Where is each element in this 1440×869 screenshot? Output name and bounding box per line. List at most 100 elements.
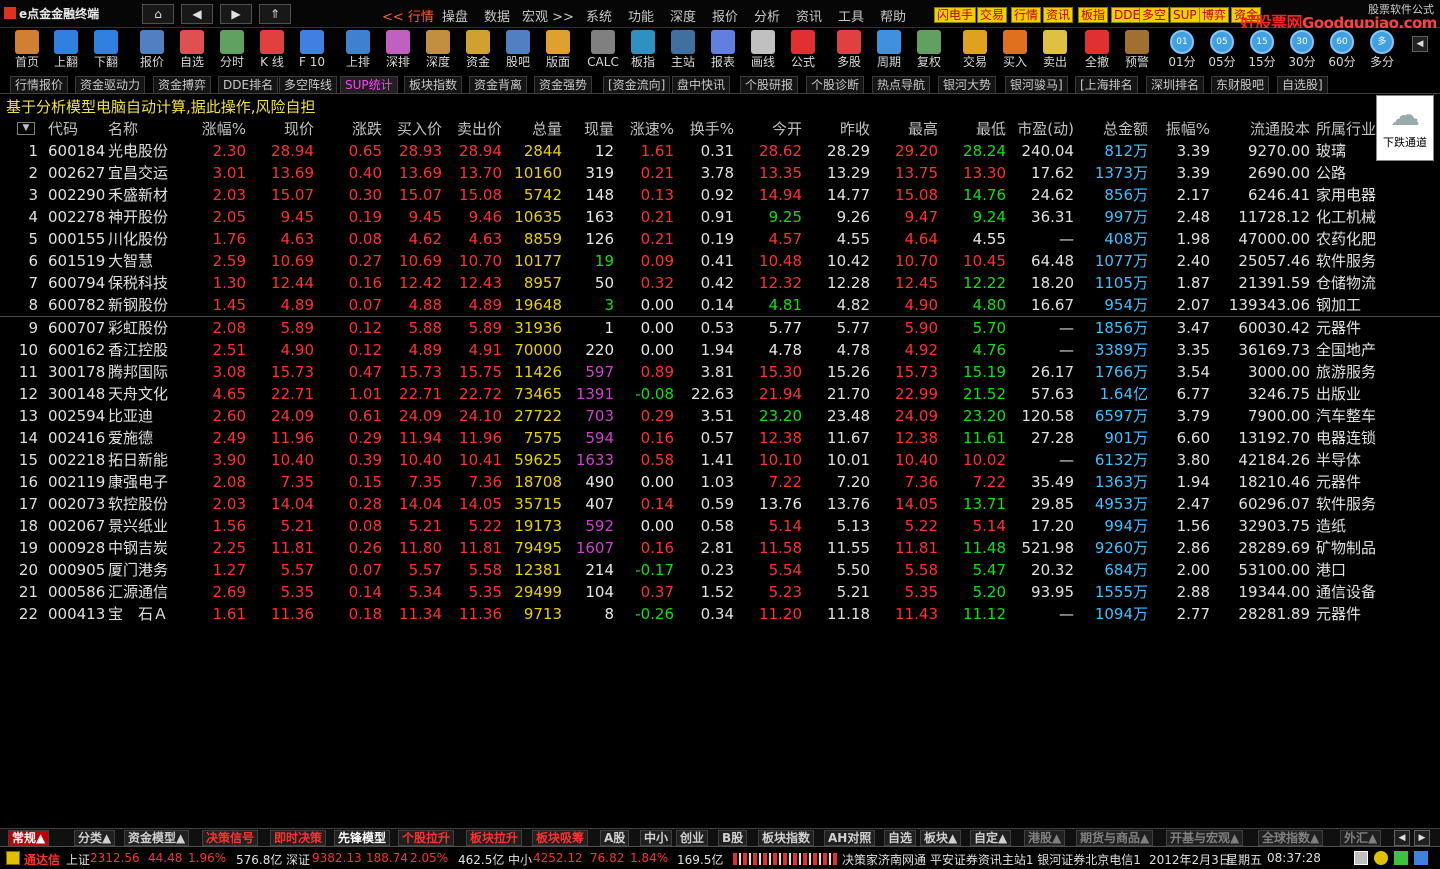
- column-header-amt[interactable]: 总金额: [1076, 121, 1148, 138]
- column-header-float[interactable]: 流通股本: [1212, 121, 1310, 138]
- toolbar-5min-button[interactable]: 05 05分: [1203, 30, 1241, 72]
- menu-6[interactable]: 深度: [670, 6, 696, 25]
- bottom-tab-3[interactable]: 决策信号: [202, 830, 259, 846]
- menu-5[interactable]: 功能: [628, 6, 654, 25]
- toolbar-layout-l2-button[interactable]: 版面: [539, 30, 577, 72]
- mail-icon[interactable]: [1354, 851, 1368, 865]
- table-row[interactable]: 11 300178 腾邦国际 3.08 15.73 0.47 15.73 15.75 11426…: [0, 361, 1440, 383]
- column-header-pe[interactable]: 市盈(动): [1008, 121, 1074, 138]
- table-row[interactable]: 8 600782 新钢股份 1.45 4.89 0.07 4.88 4.89 19648 3 0.0…: [0, 294, 1440, 316]
- toolbar-restore-rights-button[interactable]: 复权: [910, 30, 948, 72]
- menu-4[interactable]: 系统: [586, 6, 612, 25]
- bottom-tab-9[interactable]: A股: [600, 830, 630, 846]
- bottom-tab-5[interactable]: 先锋模型: [334, 830, 391, 846]
- table-row[interactable]: 1 600184 光电股份 2.30 28.94 0.65 28.93 28.94 2844 12…: [0, 140, 1440, 162]
- toolbar-sector-index-button[interactable]: 板指: [624, 30, 662, 72]
- bottom-tab-10[interactable]: 中小: [640, 830, 673, 846]
- chart-icon[interactable]: [1414, 851, 1428, 865]
- menu-0[interactable]: << 行情: [382, 6, 434, 25]
- toolbar-formula-button[interactable]: 公式: [784, 30, 822, 72]
- view-tab-9[interactable]: [资金流向]: [603, 76, 671, 93]
- table-row[interactable]: 20 000905 厦门港务 1.27 5.57 0.07 5.57 5.58 12381 214…: [0, 559, 1440, 581]
- menu-7[interactable]: 报价: [712, 6, 738, 25]
- bottom-tab-4[interactable]: 即时决策: [270, 830, 327, 846]
- bottom-tab-15[interactable]: 自选: [884, 830, 917, 846]
- view-tab-15[interactable]: 银河骏马]: [1005, 76, 1068, 93]
- toolbar-multi-min-button[interactable]: 多多分: [1363, 30, 1401, 72]
- table-row[interactable]: 12 300148 天舟文化 4.65 22.71 1.01 22.71 22.72 73465…: [0, 383, 1440, 405]
- view-tab-8[interactable]: 资金强势: [534, 76, 593, 93]
- bottom-tab-21[interactable]: 全球指数▲: [1258, 830, 1324, 846]
- toolbar-30min-button[interactable]: 30 30分: [1283, 30, 1321, 72]
- toolbar-scroll-icon[interactable]: ◀: [1412, 36, 1428, 52]
- quick-button-1[interactable]: 交易: [977, 7, 1008, 23]
- column-header-spd[interactable]: 涨速%: [616, 121, 674, 138]
- bottom-tab-20[interactable]: 开基与宏观▲: [1166, 830, 1244, 846]
- column-header-vol[interactable]: 总量: [504, 121, 562, 138]
- toolbar-calculator-button[interactable]: CALC: [584, 30, 622, 72]
- column-header-open[interactable]: 今开: [736, 121, 802, 138]
- toolbar-15min-button[interactable]: 15 15分: [1243, 30, 1281, 72]
- scroll-right-icon[interactable]: ▶: [1414, 830, 1430, 846]
- table-row[interactable]: 5 000155 川化股份 1.76 4.63 0.08 4.62 4.63 8859 126 0.…: [0, 228, 1440, 250]
- table-row[interactable]: 9 600707 彩虹股份 2.08 5.89 0.12 5.88 5.89 31936 1 0.0…: [0, 317, 1440, 339]
- view-tab-5[interactable]: SUP统计: [340, 76, 398, 93]
- home-nav-button[interactable]: ⌂: [142, 4, 174, 24]
- bottom-tab-13[interactable]: 板块指数: [758, 830, 815, 846]
- menu-3[interactable]: 宏观 >>: [522, 6, 574, 25]
- view-tab-13[interactable]: 热点导航: [872, 76, 931, 93]
- view-tab-3[interactable]: DDE排名: [218, 76, 279, 93]
- bottom-tab-22[interactable]: 外汇▲: [1340, 830, 1382, 846]
- column-header-price[interactable]: 现价: [248, 121, 314, 138]
- menu-2[interactable]: 数据: [484, 6, 510, 25]
- column-header-ask[interactable]: 卖出价: [444, 121, 502, 138]
- back-nav-button[interactable]: ◀: [181, 4, 213, 24]
- table-row[interactable]: 3 002290 禾盛新材 2.03 15.07 0.30 15.07 15.08 5742 14…: [0, 184, 1440, 206]
- bottom-tab-18[interactable]: 港股▲: [1024, 830, 1066, 846]
- sme-label[interactable]: 中小: [508, 851, 532, 868]
- toolbar-1min-button[interactable]: 01 01分: [1163, 30, 1201, 72]
- table-row[interactable]: 17 002073 软控股份 2.03 14.04 0.28 14.04 14.05 35715…: [0, 493, 1440, 515]
- toolbar-cancel-all-button[interactable]: 全撤: [1078, 30, 1116, 72]
- view-tab-11[interactable]: 个股研报: [740, 76, 799, 93]
- table-row[interactable]: 19 000928 中钢吉炭 2.25 11.81 0.26 11.80 11.81 79495…: [0, 537, 1440, 559]
- column-header-bid[interactable]: 买入价: [384, 121, 442, 138]
- table-row[interactable]: 6 601519 大智慧 2.59 10.69 0.27 10.69 10.70 10177 19…: [0, 250, 1440, 272]
- menu-9[interactable]: 资讯: [796, 6, 822, 25]
- view-tab-17[interactable]: 深圳排名: [1146, 76, 1205, 93]
- table-row[interactable]: 18 002067 景兴纸业 1.56 5.21 0.08 5.21 5.22 19173 592…: [0, 515, 1440, 537]
- toolbar-depth-button[interactable]: 深度: [419, 30, 457, 72]
- column-header-pct[interactable]: 涨幅%: [186, 121, 246, 138]
- bottom-tab-16[interactable]: 板块▲: [920, 830, 962, 846]
- menu-11[interactable]: 帮助: [880, 6, 906, 25]
- toolbar-60min-button[interactable]: 60 60分: [1323, 30, 1361, 72]
- bottom-tab-0[interactable]: 常规▲: [8, 830, 50, 846]
- bottom-tab-2[interactable]: 资金模型▲: [124, 830, 190, 846]
- table-row[interactable]: 13 002594 比亚迪 2.60 24.09 0.61 24.09 24.10 27722 7…: [0, 405, 1440, 427]
- toolbar-multi-stock-button[interactable]: 多股: [830, 30, 868, 72]
- toolbar-sell-button[interactable]: 卖出: [1036, 30, 1074, 72]
- quick-button-3[interactable]: 资讯: [1043, 7, 1074, 23]
- view-tab-2[interactable]: 资金搏弈: [153, 76, 212, 93]
- view-tab-18[interactable]: 东财股吧: [1211, 76, 1270, 93]
- column-header-high[interactable]: 最高: [872, 121, 938, 138]
- quick-button-6[interactable]: 多空: [1139, 7, 1170, 23]
- scroll-left-icon[interactable]: ◀: [1394, 830, 1410, 846]
- forward-nav-button[interactable]: ▶: [220, 4, 252, 24]
- column-header-name[interactable]: 名称: [108, 121, 184, 138]
- view-tab-16[interactable]: [上海排名: [1075, 76, 1138, 93]
- toolbar-f10-button[interactable]: F 10: [293, 30, 331, 72]
- quick-button-0[interactable]: 闪电手: [934, 7, 977, 23]
- table-row[interactable]: 7 600794 保税科技 1.30 12.44 0.16 12.42 12.43 8957 50…: [0, 272, 1440, 294]
- menu-1[interactable]: 操盘: [442, 6, 468, 25]
- toolbar-buy-button[interactable]: 买入: [996, 30, 1034, 72]
- menu-8[interactable]: 分析: [754, 6, 780, 25]
- bulb-icon[interactable]: [1374, 851, 1388, 865]
- toolbar-server-button[interactable]: 主站: [664, 30, 702, 72]
- up-nav-button[interactable]: ⇑: [259, 4, 291, 24]
- table-row[interactable]: 16 002119 康强电子 2.08 7.35 0.15 7.35 7.36 18708 490…: [0, 471, 1440, 493]
- toolbar-price-button[interactable]: 报价: [133, 30, 171, 72]
- column-header-turn[interactable]: 换手%: [676, 121, 734, 138]
- connection-icon[interactable]: [1394, 851, 1408, 865]
- view-tab-10[interactable]: 盘中快讯: [672, 76, 731, 93]
